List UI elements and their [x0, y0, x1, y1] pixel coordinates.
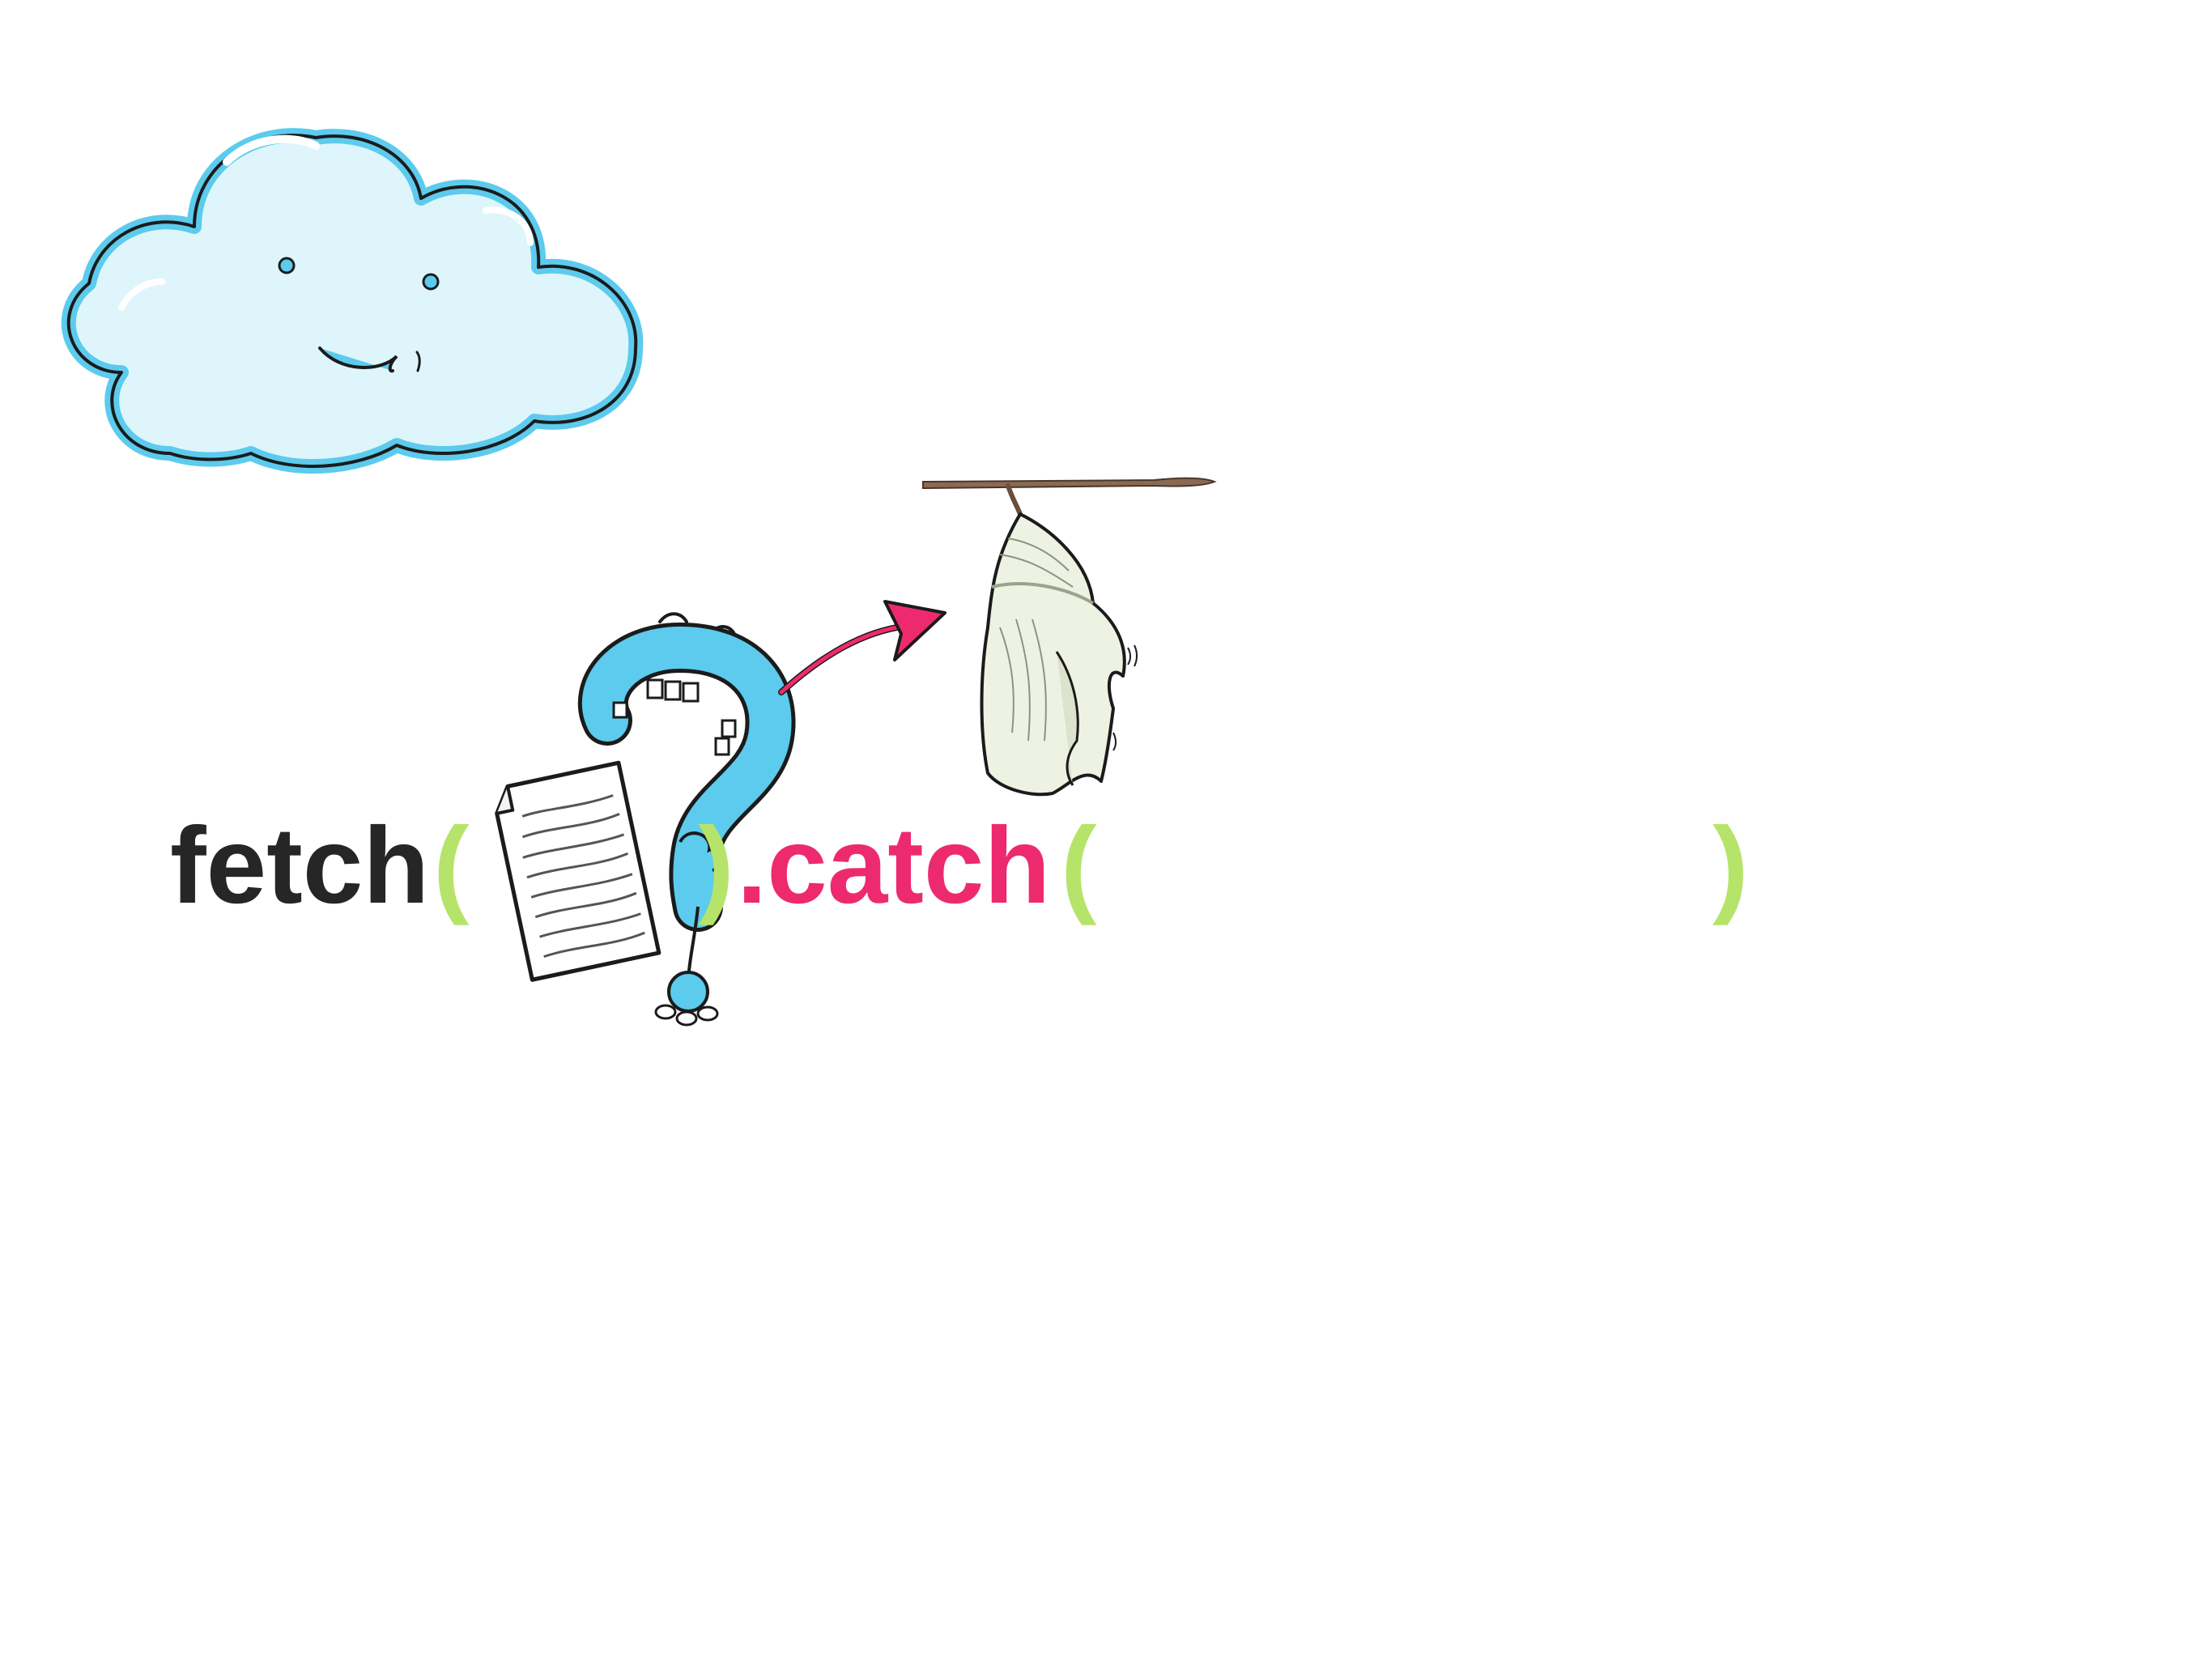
fetch-close-paren: )	[698, 806, 734, 926]
smiling-cloud-icon	[61, 128, 644, 474]
code-expression: fetch ( ) .catch ( )	[0, 801, 2212, 963]
catch-method: .catch	[737, 806, 1051, 926]
chrysalis-icon	[922, 477, 1217, 797]
catch-close-paren: )	[1712, 806, 1749, 926]
fetch-keyword: fetch	[170, 806, 430, 926]
slide: fetch ( ) .catch ( )	[0, 0, 2212, 1658]
catch-open-paren: (	[1061, 806, 1097, 926]
fetch-open-paren: (	[433, 806, 470, 926]
